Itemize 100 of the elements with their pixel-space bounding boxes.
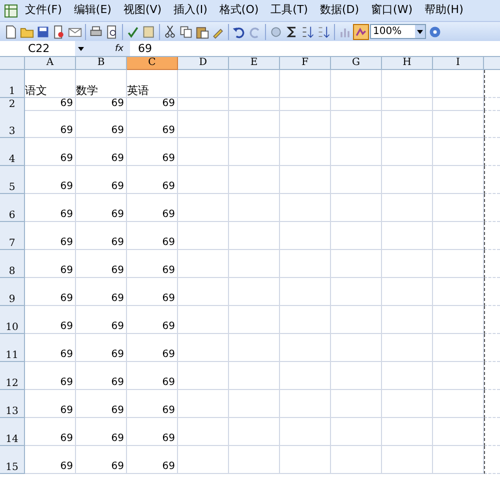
- empty-cell: [280, 166, 331, 194]
- menu-item[interactable]: 插入(I): [168, 2, 212, 19]
- empty-cell: [280, 70, 331, 98]
- empty-cell: [229, 70, 280, 98]
- menu-item[interactable]: 编辑(E): [68, 2, 116, 19]
- table-cell-text: 69: [110, 433, 125, 445]
- column-header[interactable]: G: [331, 57, 382, 70]
- empty-cell: [382, 70, 433, 98]
- column-header[interactable]: E: [229, 57, 280, 70]
- table-cell-text: 69: [161, 321, 176, 333]
- table-cell-text: 69: [161, 209, 176, 221]
- caret-icon[interactable]: [78, 46, 84, 50]
- drawing-icon[interactable]: [354, 24, 368, 38]
- row-header[interactable]: 11: [0, 334, 25, 362]
- table-cell-text: 69: [161, 181, 176, 193]
- row-header[interactable]: 10: [0, 306, 25, 334]
- table-cell-text: 69: [110, 293, 125, 305]
- row-header[interactable]: 4: [0, 138, 25, 166]
- empty-cell: [433, 390, 484, 418]
- menu-item[interactable]: 帮助(H): [420, 2, 468, 19]
- row-header[interactable]: 9: [0, 278, 25, 306]
- formula-field[interactable]: 69: [130, 41, 500, 56]
- print-preview-icon[interactable]: [105, 24, 119, 38]
- menu-item[interactable]: 视图(V): [118, 2, 167, 19]
- sort-ascending-icon[interactable]: [301, 24, 315, 38]
- table-cell-text: 69: [161, 377, 176, 389]
- spelling-icon[interactable]: [126, 24, 140, 38]
- row-header[interactable]: 6: [0, 194, 25, 222]
- row-header[interactable]: 13: [0, 390, 25, 418]
- empty-cell: [382, 250, 433, 278]
- new-document-icon[interactable]: [4, 24, 18, 38]
- row-header[interactable]: 14: [0, 418, 25, 446]
- spreadsheet-icon[interactable]: [4, 4, 18, 18]
- sort-descending-icon[interactable]: [317, 24, 331, 38]
- empty-cell: [229, 334, 280, 362]
- row-header[interactable]: 2: [0, 98, 25, 111]
- empty-cell: [433, 70, 484, 98]
- empty-cell: [229, 98, 280, 111]
- menu-item[interactable]: 工具(T): [266, 2, 313, 19]
- function-label[interactable]: fx: [115, 41, 130, 56]
- empty-cell: [433, 334, 484, 362]
- cut-icon[interactable]: [163, 24, 177, 38]
- row-header[interactable]: 5: [0, 166, 25, 194]
- print-icon[interactable]: [89, 24, 103, 38]
- column-header[interactable]: H: [382, 57, 433, 70]
- empty-cell: [229, 362, 280, 390]
- undo-icon[interactable]: [232, 24, 246, 38]
- empty-cell: [229, 222, 280, 250]
- empty-cell: [484, 98, 500, 111]
- empty-cell: [331, 110, 382, 138]
- menu-item[interactable]: 数据(D): [314, 2, 364, 19]
- table-cell-text: 69: [110, 98, 125, 110]
- table-cell-text: 69: [59, 125, 74, 137]
- zoom-dropdown[interactable]: 100%: [370, 24, 426, 39]
- column-header[interactable]: D: [178, 57, 229, 70]
- empty-cell: [433, 222, 484, 250]
- table-cell-text: 69: [161, 293, 176, 305]
- column-header[interactable]: I: [433, 57, 484, 70]
- empty-cell: [382, 222, 433, 250]
- row-header[interactable]: 15: [0, 446, 25, 474]
- row-header[interactable]: 1: [0, 70, 25, 98]
- save-icon[interactable]: [36, 24, 50, 38]
- empty-cell: [331, 166, 382, 194]
- menu-item[interactable]: 文件(F): [20, 2, 67, 19]
- empty-cell: [484, 418, 500, 446]
- empty-cell: [484, 446, 500, 474]
- table-cell-text: 69: [59, 237, 74, 249]
- table-cell-text: 69: [110, 237, 125, 249]
- table-cell-text: 69: [161, 265, 176, 277]
- column-header[interactable]: C: [127, 57, 178, 70]
- empty-cell: [433, 138, 484, 166]
- copy-icon[interactable]: [179, 24, 193, 38]
- table-cell-text: 69: [161, 153, 176, 165]
- row-header[interactable]: 8: [0, 250, 25, 278]
- empty-cell: [331, 194, 382, 222]
- paste-icon[interactable]: [195, 24, 209, 38]
- permission-icon[interactable]: [52, 24, 66, 38]
- column-header[interactable]: B: [76, 57, 127, 70]
- column-header[interactable]: F: [280, 57, 331, 70]
- table-cell-text: 69: [110, 209, 125, 221]
- empty-cell: [280, 446, 331, 474]
- empty-cell: [331, 70, 382, 98]
- table-cell-text: 69: [59, 153, 74, 165]
- menu-item[interactable]: 格式(O): [214, 2, 264, 19]
- row-header[interactable]: 7: [0, 222, 25, 250]
- empty-cell: [280, 306, 331, 334]
- empty-cell: [229, 138, 280, 166]
- table-cell-text: 69: [59, 209, 74, 221]
- column-header[interactable]: A: [25, 57, 76, 70]
- empty-cell: [382, 418, 433, 446]
- name-box[interactable]: C22: [0, 41, 75, 56]
- empty-cell: [280, 334, 331, 362]
- help-icon[interactable]: [428, 24, 442, 38]
- menu-item[interactable]: 窗口(W): [366, 2, 418, 19]
- empty-cell: [280, 194, 331, 222]
- row-header[interactable]: 12: [0, 362, 25, 390]
- empty-cell: [433, 110, 484, 138]
- row-header[interactable]: 3: [0, 110, 25, 138]
- empty-cell: [433, 362, 484, 390]
- empty-cell: [331, 446, 382, 474]
